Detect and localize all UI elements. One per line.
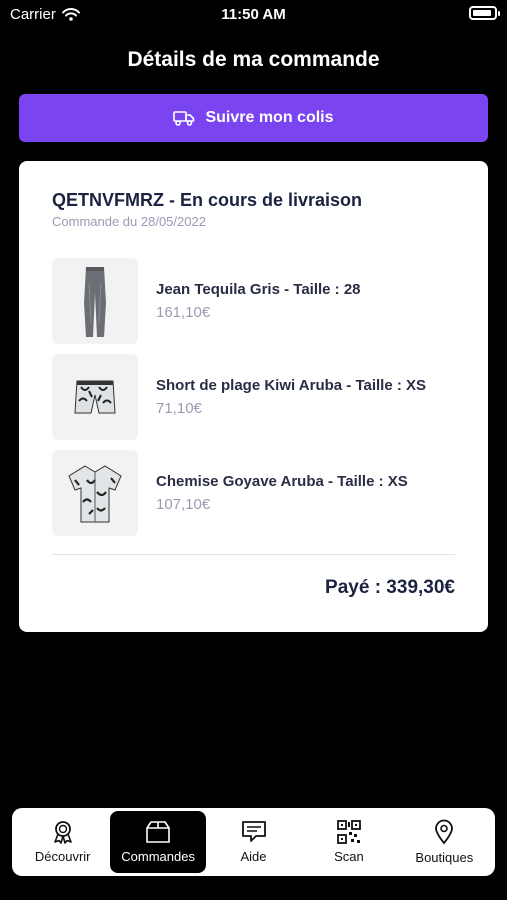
box-icon <box>146 821 170 843</box>
battery-icon <box>469 6 500 20</box>
list-item[interactable]: Chemise Goyave Aruba - Taille : XS 107,1… <box>52 450 452 536</box>
shorts-image <box>52 354 138 440</box>
divider <box>52 554 455 555</box>
shirt-image <box>52 450 138 536</box>
order-title: QETNVFMRZ - En cours de livraison <box>52 190 363 210</box>
tab-label: Découvrir <box>34 849 91 864</box>
tab-label: Commandes <box>121 849 195 864</box>
track-package-button[interactable]: Suivre mon colis <box>19 94 488 142</box>
truck-icon <box>173 111 195 126</box>
page-title: Détails de ma commande <box>127 48 380 71</box>
order-card: QETNVFMRZ - En cours de livraison Comman… <box>19 161 488 632</box>
status-bar: Carrier 11:50 AM <box>0 0 507 30</box>
item-price: 161,10€ <box>156 304 211 321</box>
tab-boutiques[interactable]: Boutiques <box>397 811 492 873</box>
qr-code-icon <box>337 820 361 844</box>
tab-scan[interactable]: Scan <box>301 811 396 873</box>
tab-commandes[interactable]: Commandes <box>110 811 206 873</box>
tab-decouvrir[interactable]: Découvrir <box>15 811 110 873</box>
list-item[interactable]: Short de plage Kiwi Aruba - Taille : XS … <box>52 354 452 440</box>
map-pin-icon <box>435 819 454 845</box>
tab-aide[interactable]: Aide <box>206 811 301 873</box>
tab-label: Aide <box>240 849 267 864</box>
order-date: Commande du 28/05/2022 <box>52 214 206 229</box>
track-package-label: Suivre mon colis <box>205 109 334 126</box>
tab-label: Scan <box>334 849 364 864</box>
tab-label: Boutiques <box>415 850 474 865</box>
list-item[interactable]: Jean Tequila Gris - Taille : 28 161,10€ <box>52 258 452 344</box>
item-name: Jean Tequila Gris - Taille : 28 <box>156 281 361 298</box>
chat-icon <box>241 821 266 842</box>
item-price: 71,10€ <box>156 400 202 417</box>
item-price: 107,10€ <box>156 496 211 513</box>
battery-level <box>473 10 491 16</box>
clock: 11:50 AM <box>221 6 286 23</box>
order-total: Payé : 339,30€ <box>325 577 455 598</box>
tab-bar: Découvrir Commandes Aide Scan Boutiques <box>12 808 495 876</box>
award-icon <box>53 821 72 844</box>
item-name: Short de plage Kiwi Aruba - Taille : XS <box>156 377 427 394</box>
jeans-image <box>52 258 138 344</box>
item-name: Chemise Goyave Aruba - Taille : XS <box>156 473 408 490</box>
